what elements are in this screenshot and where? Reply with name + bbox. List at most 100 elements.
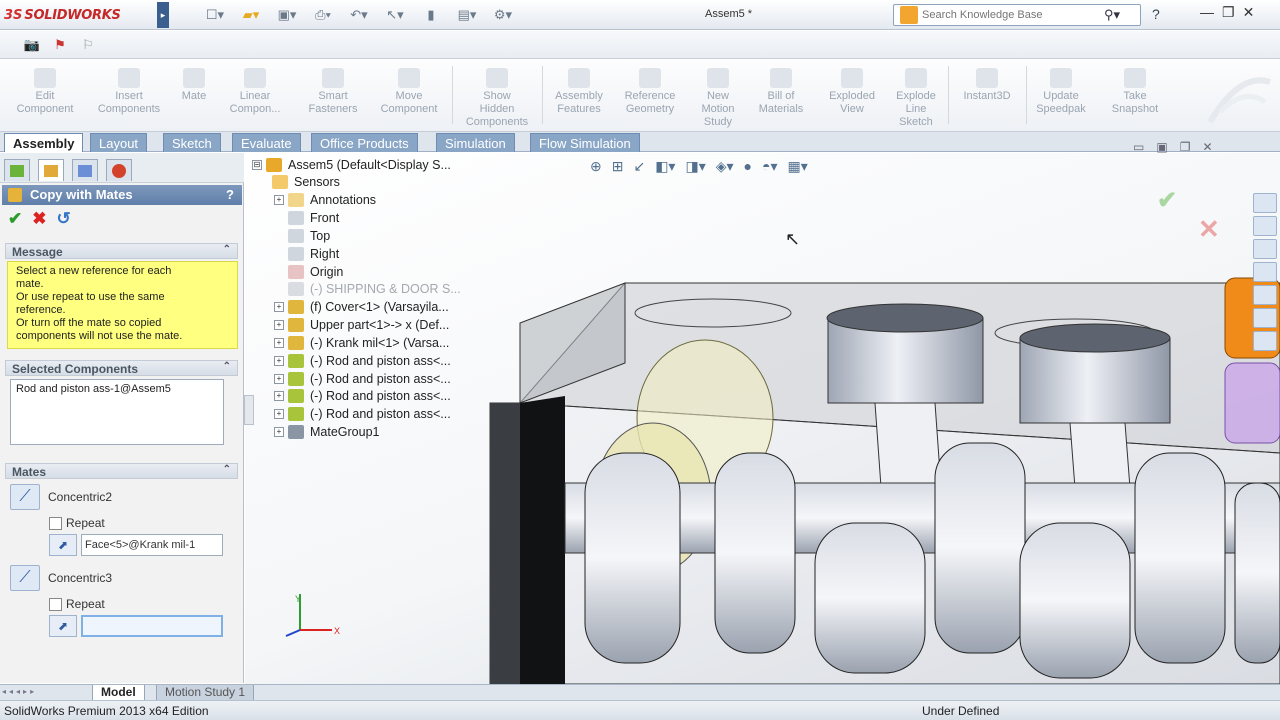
expand-icon[interactable]: + <box>274 195 284 205</box>
explode-line-sketch-button[interactable]: Explode Line Sketch <box>888 68 944 129</box>
exploded-view-button[interactable]: Exploded View <box>818 68 886 116</box>
mates-group-header[interactable]: Mates ⌃ <box>5 463 238 479</box>
menu-expand-icon[interactable]: ▸ <box>157 2 169 28</box>
zoom-to-area-icon[interactable]: ⊞ <box>612 158 624 175</box>
print-icon[interactable]: ⎙▾ <box>308 5 338 25</box>
linear-component-pattern-button[interactable]: Linear Compon... <box>218 68 292 116</box>
tree-item-rod-piston-4[interactable]: + (-) Rod and piston ass<... <box>274 405 451 423</box>
move-component-button[interactable]: Move Component <box>372 68 446 116</box>
tree-item-sensors[interactable]: Sensors <box>272 173 340 191</box>
appearance-icon[interactable]: ◓▾ <box>762 158 777 175</box>
instant3d-button[interactable]: Instant3D <box>952 68 1022 103</box>
rebuild-icon[interactable]: ▮ <box>416 5 446 25</box>
undo-icon[interactable]: ↶▾ <box>344 5 374 25</box>
back-button[interactable]: ↺ <box>57 209 71 229</box>
minimize-icon[interactable]: — <box>1200 4 1214 21</box>
tab-scroll-arrows-icon[interactable]: ◂◂◂▸▸ <box>2 687 37 696</box>
tab-layout[interactable]: Layout <box>90 133 148 152</box>
panel-splitter-handle[interactable] <box>244 395 254 425</box>
collapse-chevron-icon[interactable]: ⌃ <box>223 361 231 372</box>
tree-item-rod-piston-1[interactable]: + (-) Rod and piston ass<... <box>274 352 451 370</box>
collapse-icon[interactable]: ⊟ <box>252 160 262 170</box>
tree-item-assembly-root[interactable]: ⊟ Assem5 (Default<Display S... <box>252 156 451 174</box>
insert-components-button[interactable]: Insert Components <box>88 68 170 116</box>
tree-item-rod-piston-3[interactable]: + (-) Rod and piston ass<... <box>274 387 451 405</box>
scene-icon[interactable]: ▦▾ <box>787 158 807 175</box>
checkbox[interactable] <box>49 597 62 611</box>
previous-view-icon[interactable]: ↙ <box>633 158 645 175</box>
face-reference-icon[interactable]: ⬈ <box>49 534 77 556</box>
tab-flow-simulation[interactable]: Flow Simulation <box>530 133 640 152</box>
options-icon[interactable]: ⚙▾ <box>488 5 518 25</box>
configuration-manager-tab-icon[interactable] <box>72 159 98 181</box>
tab-evaluate[interactable]: Evaluate <box>232 133 301 152</box>
show-hidden-components-button[interactable]: Show Hidden Components <box>456 68 538 129</box>
file-properties-icon[interactable]: ▤▾ <box>452 5 482 25</box>
view-orientation-icon[interactable]: ◨▾ <box>685 158 705 175</box>
tree-item-cover[interactable]: + (f) Cover<1> (Varsayila... <box>274 298 449 316</box>
viewport-restore-icon[interactable]: ❐ <box>1180 140 1191 154</box>
select-icon[interactable]: ↖▾ <box>380 5 410 25</box>
display-manager-tab-icon[interactable] <box>106 159 132 181</box>
tree-item-front-plane[interactable]: Front <box>288 209 339 227</box>
bill-of-materials-button[interactable]: Bill of Materials <box>748 68 814 116</box>
property-manager-tab-icon[interactable] <box>38 159 64 181</box>
mate-reference-field-1[interactable] <box>81 534 223 556</box>
repeat-checkbox-2[interactable]: Repeat <box>49 597 105 611</box>
edit-component-button[interactable]: Edit Component <box>8 68 82 116</box>
reference-geometry-button[interactable]: Reference Geometry <box>614 68 686 116</box>
face-reference-icon[interactable]: ⬈ <box>49 615 77 637</box>
confirmation-ok-icon[interactable]: ✔ <box>1157 186 1177 215</box>
feature-manager-tab-icon[interactable] <box>4 159 30 181</box>
tree-item-origin[interactable]: Origin <box>288 263 343 281</box>
viewport-tile-icon[interactable]: ▣ <box>1156 140 1167 154</box>
close-icon[interactable]: ✕ <box>1243 4 1255 21</box>
tab-simulation[interactable]: Simulation <box>436 133 515 152</box>
update-speedpak-button[interactable]: Update Speedpak <box>1028 68 1094 116</box>
expand-icon[interactable]: + <box>274 391 284 401</box>
tree-item-top-plane[interactable]: Top <box>288 227 330 245</box>
tree-item-right-plane[interactable]: Right <box>288 245 339 263</box>
photo-icon[interactable]: ⚐ <box>76 35 100 55</box>
tree-item-mategroup[interactable]: + MateGroup1 <box>274 423 379 441</box>
tab-office-products[interactable]: Office Products <box>311 133 418 152</box>
tree-item-krank-mil[interactable]: + (-) Krank mil<1> (Varsa... <box>274 334 449 352</box>
section-view-icon[interactable]: ◧▾ <box>655 158 675 175</box>
restore-icon[interactable]: ❐ <box>1222 4 1235 21</box>
design-library-icon[interactable] <box>1253 216 1277 236</box>
repeat-checkbox-1[interactable]: Repeat <box>49 516 105 530</box>
zoom-to-fit-icon[interactable]: ⊕ <box>590 158 602 175</box>
confirmation-cancel-icon[interactable]: ✕ <box>1198 214 1220 245</box>
viewport-close-icon[interactable]: ✕ <box>1202 140 1212 154</box>
collapse-chevron-icon[interactable]: ⌃ <box>223 244 231 255</box>
help-icon[interactable]: ? <box>1152 6 1160 22</box>
solidworks-logo[interactable]: 3S SOLIDWORKS <box>4 4 121 26</box>
selected-components-header[interactable]: Selected Components ⌃ <box>5 360 238 376</box>
expand-icon[interactable]: + <box>274 374 284 384</box>
snapshot-icon[interactable]: ⚑ <box>48 35 72 55</box>
solidworks-resources-icon[interactable] <box>1253 193 1277 213</box>
mate-button[interactable]: Mate <box>172 68 216 103</box>
tab-model[interactable]: Model <box>92 685 145 701</box>
expand-icon[interactable]: + <box>274 409 284 419</box>
expand-icon[interactable]: + <box>274 356 284 366</box>
search-results-icon[interactable] <box>1253 285 1277 305</box>
appearances-icon[interactable] <box>1253 308 1277 328</box>
new-motion-study-button[interactable]: New Motion Study <box>690 68 746 129</box>
checkbox[interactable] <box>49 516 62 530</box>
expand-icon[interactable]: + <box>274 302 284 312</box>
selected-components-list[interactable]: Rod and piston ass-1@Assem5 <box>10 379 224 445</box>
file-explorer-icon[interactable] <box>1253 239 1277 259</box>
message-group-header[interactable]: Message ⌃ <box>5 243 238 259</box>
viewport-split-icon[interactable]: ▭ <box>1133 140 1144 154</box>
tree-item-upper-part[interactable]: + Upper part<1>-> x (Def... <box>274 316 449 334</box>
help-button[interactable]: ? <box>226 187 234 202</box>
mate-concentric3[interactable]: ⟋ Concentric3 <box>10 565 112 591</box>
view-palette-icon[interactable] <box>1253 262 1277 282</box>
search-input[interactable] <box>922 9 1102 21</box>
tab-motion-study-1[interactable]: Motion Study 1 <box>156 685 255 701</box>
list-item[interactable]: Rod and piston ass-1@Assem5 <box>16 383 218 395</box>
search-icon[interactable]: ⚲▾ <box>1104 7 1120 23</box>
take-snapshot-button[interactable]: Take Snapshot <box>1100 68 1170 116</box>
collapse-chevron-icon[interactable]: ⌃ <box>223 464 231 475</box>
